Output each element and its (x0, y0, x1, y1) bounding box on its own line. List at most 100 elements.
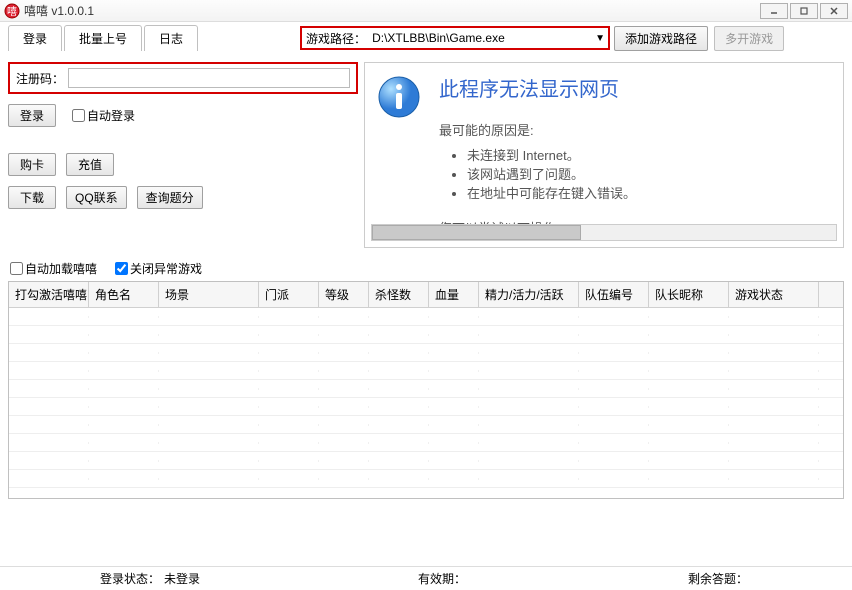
table-cell (369, 334, 429, 336)
table-cell (89, 388, 159, 390)
grid-header-role[interactable]: 角色名 (89, 282, 159, 307)
reg-code-input[interactable] (68, 68, 350, 88)
auto-load-checkbox[interactable]: 自动加载嘻嘻 (10, 260, 97, 277)
table-cell (159, 334, 259, 336)
table-row[interactable] (9, 398, 843, 416)
grid-header-level[interactable]: 等级 (319, 282, 369, 307)
grid-header-school[interactable]: 门派 (259, 282, 319, 307)
table-row[interactable] (9, 344, 843, 362)
minimize-button[interactable] (760, 3, 788, 19)
table-cell (729, 460, 819, 462)
table-cell (729, 334, 819, 336)
browser-panel: 此程序无法显示网页 最可能的原因是: 未连接到 Internet。 该网站遇到了… (364, 62, 844, 248)
table-cell (159, 478, 259, 480)
tab-login[interactable]: 登录 (8, 25, 62, 51)
table-cell (729, 478, 819, 480)
ie-reason-3: 在地址中可能存在键入错误。 (467, 183, 636, 202)
table-cell (429, 478, 479, 480)
table-cell (319, 352, 369, 354)
grid-header-kills[interactable]: 杀怪数 (369, 282, 429, 307)
grid-header-activate[interactable]: 打勾激活嘻嘻 (9, 282, 89, 307)
table-cell (9, 370, 89, 372)
qq-contact-button[interactable]: QQ联系 (66, 186, 127, 209)
query-score-button[interactable]: 查询题分 (137, 186, 203, 209)
table-row[interactable] (9, 326, 843, 344)
grid-header-energy[interactable]: 精力/活力/活跃 (479, 282, 579, 307)
table-cell (369, 406, 429, 408)
grid-body[interactable] (9, 308, 843, 498)
table-cell (9, 406, 89, 408)
tab-batch[interactable]: 批量上号 (64, 25, 142, 51)
table-row[interactable] (9, 308, 843, 326)
table-cell (579, 478, 649, 480)
table-cell (159, 388, 259, 390)
table-cell (369, 388, 429, 390)
table-cell (729, 388, 819, 390)
ie-error-text: 此程序无法显示网页 最可能的原因是: 未连接到 Internet。 该网站遇到了… (439, 73, 636, 237)
table-cell (159, 352, 259, 354)
grid-header-hp[interactable]: 血量 (429, 282, 479, 307)
table-cell (429, 424, 479, 426)
table-cell (9, 442, 89, 444)
table-cell (369, 316, 429, 318)
table-cell (89, 334, 159, 336)
tab-log[interactable]: 日志 (144, 25, 198, 51)
table-row[interactable] (9, 452, 843, 470)
close-abnormal-label: 关闭异常游戏 (130, 260, 202, 277)
table-cell (159, 370, 259, 372)
table-cell (259, 442, 319, 444)
table-cell (159, 442, 259, 444)
login-button[interactable]: 登录 (8, 104, 56, 127)
buy-card-button[interactable]: 购卡 (8, 153, 56, 176)
window-title: 嘻嘻 v1.0.0.1 (24, 2, 760, 19)
grid-header-scene[interactable]: 场景 (159, 282, 259, 307)
grid-header-team[interactable]: 队伍编号 (579, 282, 649, 307)
table-cell (429, 442, 479, 444)
auto-load-input[interactable] (10, 262, 23, 275)
close-abnormal-checkbox[interactable]: 关闭异常游戏 (115, 260, 202, 277)
table-cell (479, 334, 579, 336)
grid-header-leader[interactable]: 队长昵称 (649, 282, 729, 307)
recharge-button[interactable]: 充值 (66, 153, 114, 176)
table-cell (319, 478, 369, 480)
game-path-value: D:\XTLBB\Bin\Game.exe (370, 31, 592, 45)
table-cell (9, 316, 89, 318)
close-button[interactable] (820, 3, 848, 19)
table-cell (429, 316, 479, 318)
table-cell (729, 316, 819, 318)
game-path-select[interactable]: 游戏路径： D:\XTLBB\Bin\Game.exe ▼ (300, 26, 610, 50)
mid-check-row: 自动加载嘻嘻 关闭异常游戏 (0, 256, 852, 281)
main-area: 注册码： 登录 自动登录 购卡 充值 下载 QQ联系 查询题分 (0, 54, 852, 256)
download-button[interactable]: 下载 (8, 186, 56, 209)
table-cell (579, 370, 649, 372)
scrollbar-thumb[interactable] (372, 225, 581, 240)
table-cell (729, 352, 819, 354)
status-login: 登录状态： 未登录 (100, 570, 200, 587)
table-row[interactable] (9, 470, 843, 488)
maximize-button[interactable] (790, 3, 818, 19)
table-cell (89, 460, 159, 462)
auto-login-checkbox[interactable]: 自动登录 (72, 107, 135, 124)
multi-open-button[interactable]: 多开游戏 (714, 26, 784, 51)
table-cell (159, 406, 259, 408)
add-game-path-button[interactable]: 添加游戏路径 (614, 26, 708, 51)
table-cell (479, 388, 579, 390)
table-row[interactable] (9, 434, 843, 452)
table-cell (319, 334, 369, 336)
close-abnormal-input[interactable] (115, 262, 128, 275)
ie-error-title: 此程序无法显示网页 (439, 73, 636, 102)
horizontal-scrollbar[interactable] (371, 224, 837, 241)
table-cell (579, 388, 649, 390)
table-cell (319, 406, 369, 408)
table-cell (649, 406, 729, 408)
util-row: 下载 QQ联系 查询题分 (8, 186, 358, 209)
table-cell (9, 460, 89, 462)
table-row[interactable] (9, 362, 843, 380)
table-row[interactable] (9, 416, 843, 434)
table-cell (429, 388, 479, 390)
table-cell (9, 334, 89, 336)
table-cell (259, 424, 319, 426)
auto-login-input[interactable] (72, 109, 85, 122)
grid-header-state[interactable]: 游戏状态 (729, 282, 819, 307)
table-row[interactable] (9, 380, 843, 398)
